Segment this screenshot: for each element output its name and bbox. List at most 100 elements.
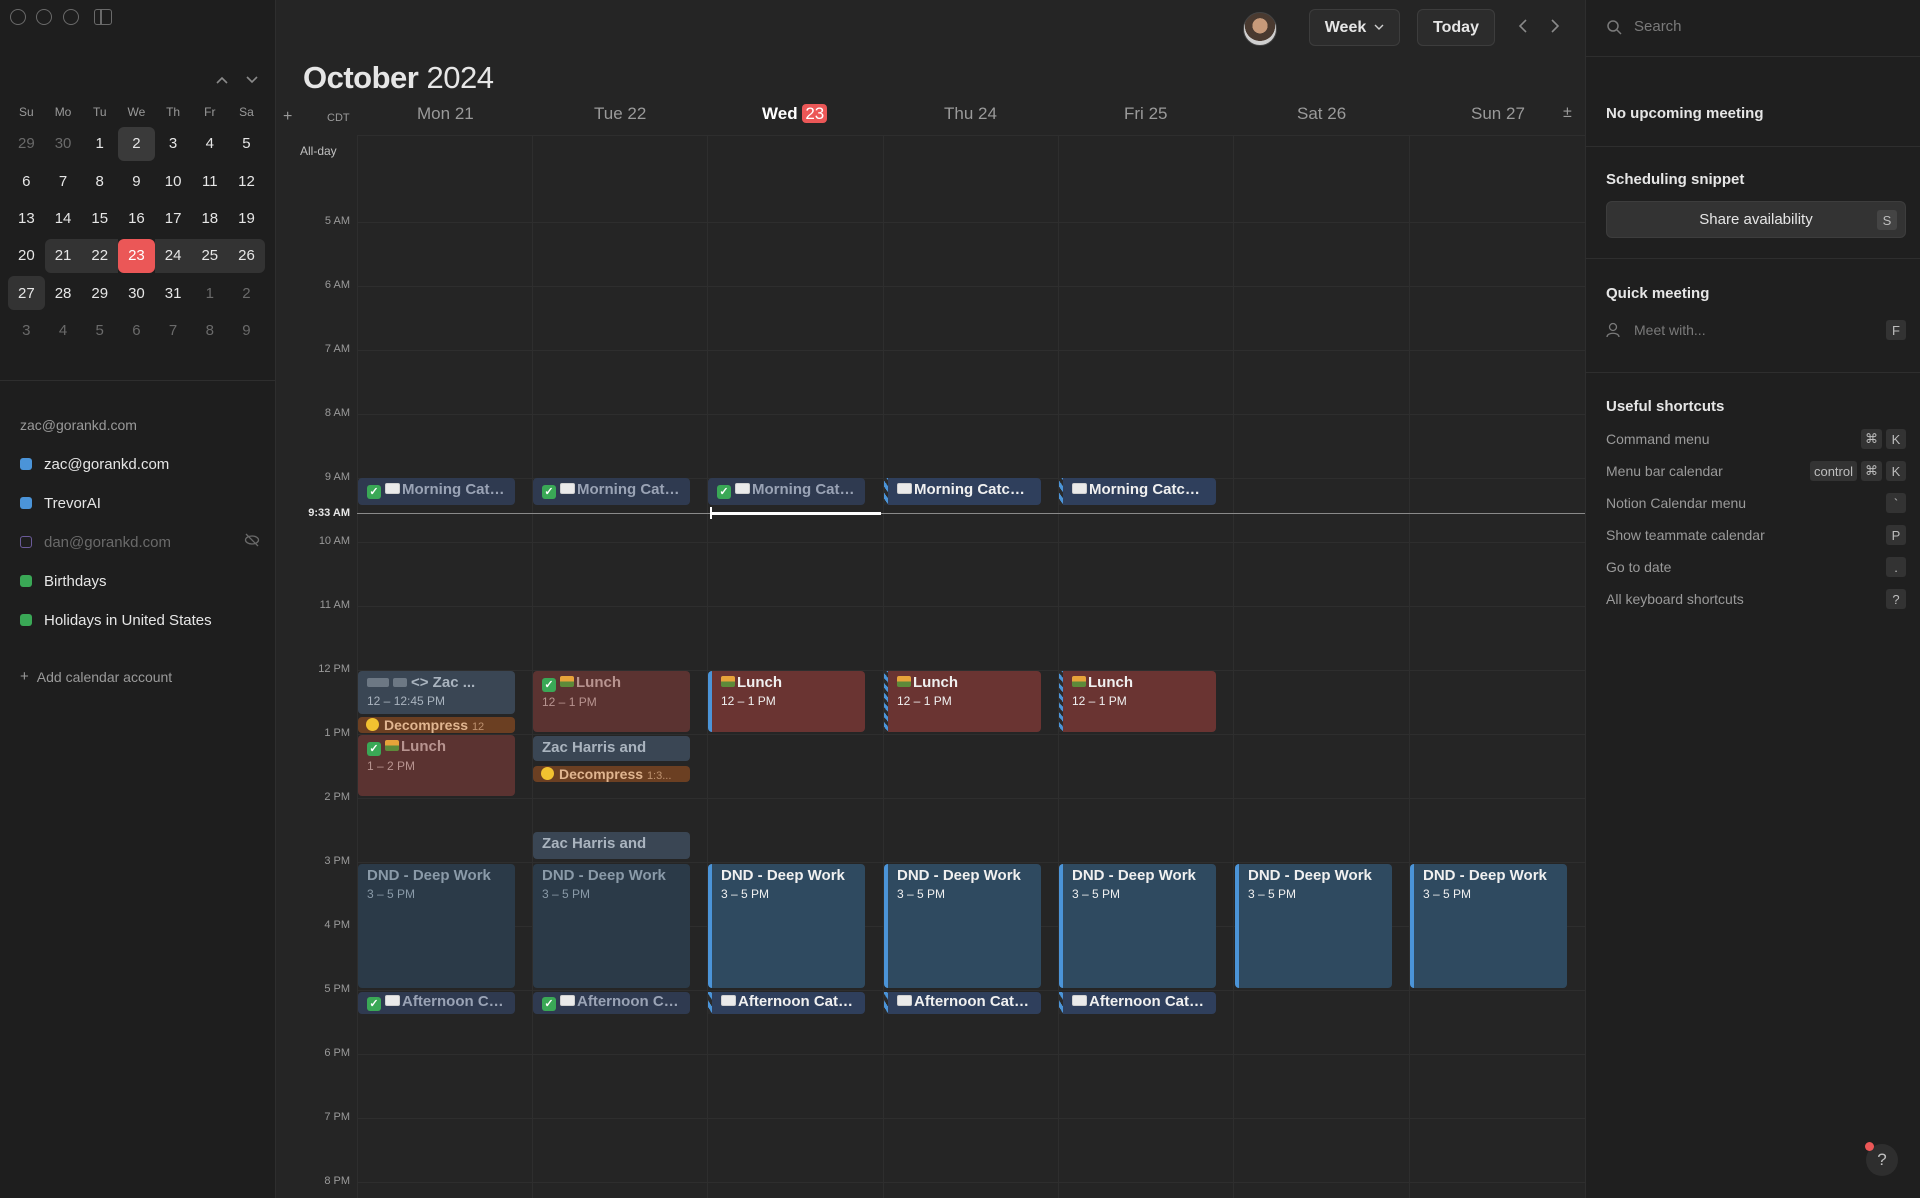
mini-calendar-day[interactable]: 6: [118, 314, 155, 348]
mini-calendar-day[interactable]: 9: [228, 314, 265, 348]
mini-calendar-day[interactable]: 17: [155, 201, 192, 235]
event-morning-catch-thu[interactable]: Morning Catch Up: [884, 478, 1041, 505]
mini-calendar-day[interactable]: 14: [45, 201, 82, 235]
event-zac-harris-tue-2[interactable]: Zac Harris and: [533, 832, 690, 859]
mini-calendar-day[interactable]: 5: [81, 314, 118, 348]
mini-calendar-day[interactable]: 24: [154, 238, 192, 273]
mini-calendar-day[interactable]: 31: [155, 276, 192, 310]
shortcut-all-keyboard-shortcuts[interactable]: All keyboard shortcuts ?: [1606, 588, 1906, 610]
mini-calendar-day[interactable]: 16: [118, 201, 155, 235]
mini-calendar-day[interactable]: 30: [118, 276, 155, 310]
event-morning-catch-tue[interactable]: ✓ Morning Catch: [533, 478, 690, 505]
close-window-button[interactable]: [10, 9, 26, 25]
calendar-color-swatch[interactable]: [20, 458, 32, 470]
expand-icon[interactable]: ±: [1563, 104, 1572, 122]
day-header-fri[interactable]: Fri 25: [1124, 104, 1167, 124]
mini-calendar-day[interactable]: 7: [155, 314, 192, 348]
event-dnd-fri[interactable]: DND - Deep Work 3 – 5 PM: [1059, 864, 1216, 988]
calendar-item[interactable]: dan@gorankd.com: [20, 531, 260, 553]
calendar-item[interactable]: Holidays in United States: [20, 609, 260, 631]
mini-calendar-day[interactable]: 20: [8, 239, 45, 273]
shortcut-command-menu[interactable]: Command menu ⌘ K: [1606, 428, 1906, 450]
shortcut-notion-calendar-menu[interactable]: Notion Calendar menu `: [1606, 492, 1906, 514]
day-header-sat[interactable]: Sat 26: [1297, 104, 1346, 124]
mini-calendar-day[interactable]: 1: [191, 276, 228, 310]
mini-calendar-day[interactable]: 8: [191, 314, 228, 348]
rss-icon[interactable]: [20, 614, 32, 626]
event-lunch-thu[interactable]: Lunch 12 – 1 PM: [884, 671, 1041, 732]
day-header-thu[interactable]: Thu 24: [944, 104, 997, 124]
event-lunch-tue[interactable]: ✓ Lunch 12 – 1 PM: [533, 671, 690, 732]
event-afternoon-catch-wed[interactable]: Afternoon Catch Up: [708, 992, 865, 1014]
mini-calendar-day[interactable]: 2: [228, 276, 265, 310]
event-afternoon-catch-fri[interactable]: Afternoon Catch Up: [1059, 992, 1216, 1014]
chevron-down-icon[interactable]: [246, 76, 258, 84]
mini-calendar-today[interactable]: 23: [118, 238, 155, 273]
mini-calendar-day[interactable]: 29: [81, 276, 118, 310]
event-decompress-tue[interactable]: Decompress 1:3...: [533, 766, 690, 782]
event-zac-harris-tue-1[interactable]: Zac Harris and: [533, 736, 690, 761]
event-lunch-wed[interactable]: Lunch 12 – 1 PM: [708, 671, 865, 732]
sidebar-toggle-icon[interactable]: [94, 9, 112, 25]
day-header-wed-today[interactable]: Wed 23: [762, 104, 828, 124]
calendar-item[interactable]: zac@gorankd.com: [20, 453, 260, 475]
today-button[interactable]: Today: [1417, 9, 1495, 46]
week-grid[interactable]: [357, 135, 1585, 1198]
mini-calendar-day[interactable]: 12: [228, 164, 265, 198]
day-header-sun[interactable]: Sun 27: [1471, 104, 1525, 124]
calendar-color-swatch[interactable]: [20, 497, 32, 509]
view-select-button[interactable]: Week: [1309, 9, 1400, 46]
mini-calendar-day[interactable]: 4: [45, 314, 82, 348]
mini-calendar-day[interactable]: 2: [118, 126, 155, 161]
shortcut-show-teammate-calendar[interactable]: Show teammate calendar P: [1606, 524, 1906, 546]
mini-calendar-day[interactable]: 10: [155, 164, 192, 198]
mini-calendar-day[interactable]: 7: [45, 164, 82, 198]
minimize-window-button[interactable]: [36, 9, 52, 25]
meet-with-input[interactable]: Meet with... F: [1606, 320, 1906, 340]
event-dnd-thu[interactable]: DND - Deep Work 3 – 5 PM: [884, 864, 1041, 988]
event-afternoon-catch-tue[interactable]: ✓ Afternoon Catch: [533, 992, 690, 1014]
day-header-mon[interactable]: Mon 21: [417, 104, 474, 124]
event-dnd-wed[interactable]: DND - Deep Work 3 – 5 PM: [708, 864, 865, 988]
calendar-color-swatch[interactable]: [20, 536, 32, 548]
mini-calendar-day[interactable]: 3: [8, 314, 45, 348]
event-dnd-sun[interactable]: DND - Deep Work 3 – 5 PM: [1410, 864, 1567, 988]
event-morning-catch-wed[interactable]: ✓ Morning Catch: [708, 478, 865, 505]
mini-calendar-day[interactable]: 29: [8, 127, 45, 161]
mini-calendar-day[interactable]: 1: [81, 127, 118, 161]
event-lunch-mon[interactable]: ✓ Lunch 1 – 2 PM: [358, 735, 515, 796]
event-zac-meeting-mon[interactable]: <> Zac ... 12 – 12:45 PM: [358, 671, 515, 714]
share-availability-button[interactable]: Share availability S: [1606, 201, 1906, 238]
search-input[interactable]: Search: [1606, 18, 1682, 35]
mini-calendar-day[interactable]: 4: [191, 127, 228, 161]
mini-calendar-day[interactable]: 27: [8, 276, 45, 311]
rss-icon[interactable]: [20, 575, 32, 587]
event-dnd-tue[interactable]: DND - Deep Work 3 – 5 PM: [533, 864, 690, 988]
avatar[interactable]: [1243, 12, 1277, 46]
maximize-window-button[interactable]: [63, 9, 79, 25]
event-afternoon-catch-thu[interactable]: Afternoon Catch Up: [884, 992, 1041, 1014]
mini-calendar-day[interactable]: 28: [45, 276, 82, 310]
mini-calendar-day[interactable]: 5: [228, 127, 265, 161]
mini-calendar-day[interactable]: 26: [228, 238, 265, 273]
chevron-up-icon[interactable]: [216, 76, 228, 84]
mini-calendar-day[interactable]: 13: [8, 201, 45, 235]
mini-calendar-day[interactable]: 19: [228, 201, 265, 235]
mini-calendar-day[interactable]: 6: [8, 164, 45, 198]
mini-calendar-day[interactable]: 22: [81, 238, 119, 273]
mini-calendar-day[interactable]: 11: [191, 164, 228, 198]
mini-calendar-day[interactable]: 8: [81, 164, 118, 198]
mini-calendar-day[interactable]: 30: [45, 127, 82, 161]
mini-calendar-day[interactable]: 3: [155, 127, 192, 161]
mini-calendar-day[interactable]: 21: [44, 238, 82, 273]
previous-week-icon[interactable]: [1518, 18, 1528, 39]
mini-calendar-day[interactable]: 15: [81, 201, 118, 235]
mini-calendar-day[interactable]: 25: [191, 238, 229, 273]
shortcut-menu-bar-calendar[interactable]: Menu bar calendar control ⌘ K: [1606, 460, 1906, 482]
event-lunch-fri[interactable]: Lunch 12 – 1 PM: [1059, 671, 1216, 732]
mini-calendar-day[interactable]: 9: [118, 164, 155, 198]
event-morning-catch-mon[interactable]: ✓ Morning Catch: [358, 478, 515, 505]
calendar-item[interactable]: Birthdays: [20, 570, 260, 592]
next-week-icon[interactable]: [1550, 18, 1560, 39]
calendar-item[interactable]: TrevorAI: [20, 492, 260, 514]
